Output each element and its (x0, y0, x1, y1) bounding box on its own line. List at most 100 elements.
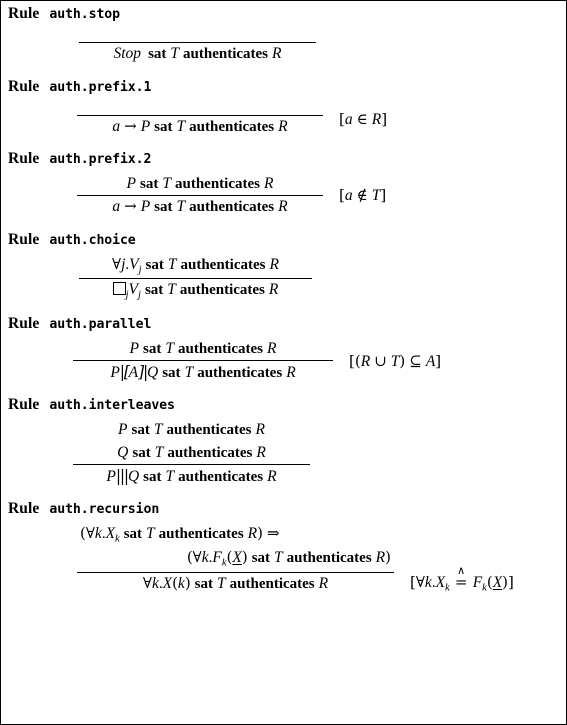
var-R: R (360, 352, 371, 370)
premises-empty (77, 101, 323, 115)
var-X: X (105, 525, 116, 543)
var-a: a (112, 118, 121, 136)
kw-sat: sat (194, 575, 214, 592)
kw-authenticates: authenticates (158, 526, 244, 543)
var-V: V (129, 256, 139, 274)
premises-empty (79, 28, 316, 42)
side-condition: [(R ∪ T) ⊆ A] (349, 352, 441, 371)
var-R: R (375, 549, 386, 567)
kw-sat: sat (131, 422, 150, 439)
var-k: k (201, 549, 209, 567)
rules-page: Rule auth.stop Stop sat Tauthenticates R Rul… (0, 0, 567, 725)
kw-authenticates: authenticates (183, 46, 269, 62)
paren-close: ) (399, 351, 406, 370)
var-k: k (424, 573, 432, 591)
var-V: V (128, 281, 139, 299)
var-T: T (176, 197, 186, 215)
side-condition: [a ∈ R] (339, 110, 387, 129)
bracket-close: ] (380, 185, 387, 204)
subseteq-icon: ⊆ (409, 351, 422, 370)
var-k: k (94, 525, 102, 543)
var-P: P (118, 421, 128, 439)
rule-keyword: Rule (8, 149, 40, 167)
rule-block-auth-parallel: Rule auth.parallel Psat Tauthenticates R P|… (1, 314, 566, 385)
not-element-of-icon: ∉ (356, 185, 368, 204)
conclusion: P|||Q sat Tauthenticates R (73, 465, 310, 488)
var-T: T (167, 281, 176, 299)
var-X-vector: X (492, 573, 503, 591)
defined-as-icon: ∧ = (454, 563, 468, 591)
inference-auth-prefix-1: a → Psat Tauthenticates R [a ∈ R] (1, 101, 566, 138)
kw-sat: sat (123, 526, 143, 543)
subscript-k: k (115, 533, 120, 545)
forall-icon: ∀ (112, 255, 122, 274)
var-P: P (140, 118, 151, 136)
var-k: k (151, 574, 159, 592)
var-T: T (184, 364, 194, 382)
kw-authenticates: authenticates (178, 468, 264, 485)
var-T: T (146, 525, 155, 543)
rule-heading: Rule auth.prefix.2 (1, 149, 566, 167)
premise: ∀j.Vj sat Tauthenticates R (79, 254, 312, 278)
kw-sat: sat (144, 282, 164, 299)
var-A: A (128, 364, 139, 382)
var-X-vector: X (232, 549, 242, 567)
inference-auth-stop: Stop sat Tauthenticates R (1, 28, 566, 65)
premise: (∀k.Xk sat Tauthenticates R) ⇒ (77, 523, 394, 547)
kw-authenticates: authenticates (189, 119, 275, 136)
fraction: Psat Tauthenticates R a → Psat Tauthenticates… (77, 173, 323, 219)
kw-authenticates: authenticates (180, 257, 266, 274)
var-R: R (272, 45, 282, 62)
var-T: T (162, 174, 171, 192)
rule-name-auth-choice: auth.choice (49, 233, 136, 249)
var-P: P (140, 197, 151, 215)
kw-sat: sat (140, 175, 159, 192)
forall-icon: ∀ (85, 524, 95, 543)
rule-name-auth-parallel: auth.parallel (49, 316, 152, 332)
inference-auth-recursion: (∀k.Xk sat Tauthenticates R) ⇒ (∀k.Fk(X) sat T… (1, 523, 566, 595)
rule-block-auth-prefix-2: Rule auth.prefix.2 Psat Tauthenticates R a →… (1, 149, 566, 219)
var-T: T (153, 421, 163, 439)
bracket-close: ] (435, 351, 442, 370)
var-R: R (268, 281, 279, 299)
subscript-k: k (445, 582, 450, 594)
paren-close: ) (385, 548, 391, 567)
forall-icon: ∀ (142, 573, 152, 592)
var-F: F (472, 573, 483, 591)
var-T: T (274, 549, 283, 567)
bracket-close: ] (508, 572, 514, 591)
var-F: F (212, 549, 222, 567)
var-k: k (177, 574, 185, 592)
inference-auth-interleaves: Psat Tauthenticates R Qsat Tauthenticates R … (1, 419, 566, 488)
fraction: Stop sat Tauthenticates R (79, 28, 316, 65)
parallel-open-icon: |[ (119, 363, 130, 382)
rule-keyword: Rule (8, 314, 40, 332)
term-stop: Stop (113, 45, 142, 62)
var-A: A (425, 352, 436, 370)
kw-authenticates: authenticates (286, 550, 372, 567)
conclusion: Stop sat Tauthenticates R (79, 43, 316, 65)
rule-block-auth-recursion: Rule auth.recursion (∀k.Xk sat Tauthenticat… (1, 501, 566, 595)
rule-name-auth-interleaves: auth.interleaves (49, 398, 175, 414)
var-P: P (106, 467, 116, 485)
kw-sat: sat (145, 257, 164, 274)
side-condition: [a ∉ T] (339, 186, 386, 205)
kw-sat: sat (162, 365, 181, 382)
rules-list: Rule auth.stop Stop sat Tauthenticates R Rul… (1, 1, 566, 595)
var-T: T (217, 574, 226, 592)
forall-icon: ∀ (415, 572, 425, 591)
rule-heading: Rule auth.prefix.1 (1, 79, 566, 95)
var-T: T (167, 256, 177, 274)
kw-sat: sat (132, 444, 151, 461)
var-T: T (176, 118, 186, 136)
var-R: R (269, 256, 279, 274)
rule-heading: Rule auth.parallel (1, 314, 566, 332)
var-a: a (344, 186, 353, 204)
kw-sat: sat (154, 198, 173, 215)
premise: Psat Tauthenticates R (73, 338, 333, 360)
var-T: T (170, 45, 180, 62)
kw-authenticates: authenticates (177, 340, 263, 357)
rule-name-auth-prefix-2: auth.prefix.2 (49, 151, 152, 167)
premise: Psat Tauthenticates R (77, 173, 323, 195)
var-R: R (247, 525, 258, 543)
